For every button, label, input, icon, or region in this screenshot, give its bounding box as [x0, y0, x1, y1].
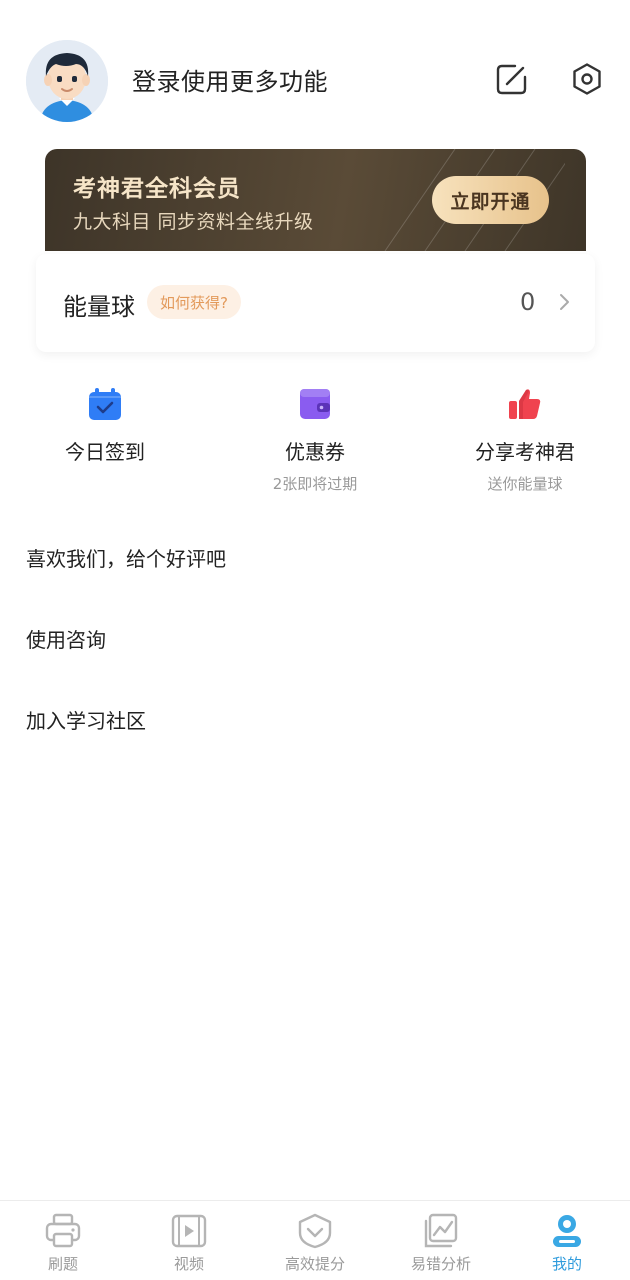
- heart-shield-icon: [298, 1213, 332, 1249]
- tab-video[interactable]: 视频: [126, 1213, 252, 1274]
- vip-title: 考神君全科会员: [73, 176, 241, 202]
- coupon-sub: 2张即将过期: [272, 475, 358, 493]
- settings-icon[interactable]: [570, 62, 604, 96]
- tab-error-analysis[interactable]: 易错分析: [378, 1213, 504, 1274]
- tab-mine[interactable]: 我的: [504, 1213, 630, 1274]
- share-label: 分享考神君: [475, 440, 575, 464]
- avatar-illustration: [26, 40, 108, 122]
- tab-improve-label: 高效提分: [284, 1255, 345, 1273]
- tab-error-analysis-label: 易错分析: [410, 1255, 471, 1273]
- wallet-icon: [300, 389, 330, 419]
- chart-icon: [424, 1213, 458, 1248]
- tab-mine-label: 我的: [551, 1255, 582, 1273]
- printer-icon: [45, 1213, 81, 1248]
- tab-practice[interactable]: 刷题: [0, 1213, 126, 1274]
- menu-item-rate-us[interactable]: 喜欢我们，给个好评吧: [26, 543, 226, 572]
- tab-video-label: 视频: [173, 1255, 204, 1273]
- energy-card[interactable]: 能量球 如何获得? 0: [36, 254, 595, 352]
- calendar-check-icon: [89, 388, 121, 420]
- chevron-right-icon: [560, 294, 569, 310]
- coupon-action[interactable]: 优惠券 2张即将过期: [225, 380, 405, 494]
- coupon-label: 优惠券: [285, 440, 345, 464]
- share-sub: 送你能量球: [487, 475, 563, 493]
- tab-improve[interactable]: 高效提分: [252, 1213, 378, 1274]
- tab-practice-label: 刷题: [47, 1255, 78, 1273]
- login-prompt[interactable]: 登录使用更多功能: [132, 62, 328, 97]
- share-action[interactable]: 分享考神君 送你能量球: [435, 380, 615, 494]
- profile-icon: [553, 1215, 581, 1247]
- edit-icon[interactable]: [495, 62, 529, 96]
- energy-count: 0: [520, 288, 536, 316]
- checkin-action[interactable]: 今日签到: [15, 380, 195, 473]
- menu-item-consult[interactable]: 使用咨询: [26, 624, 106, 653]
- energy-label: 能量球: [63, 293, 135, 321]
- checkin-label: 今日签到: [65, 440, 145, 464]
- vip-subtitle: 九大科目 同步资料全线升级: [73, 211, 314, 233]
- bottom-tab-bar: 刷题 视频 高效提分 易错分析 我的: [0, 1200, 630, 1280]
- vip-banner[interactable]: 考神君全科会员 九大科目 同步资料全线升级 立即开通: [45, 149, 586, 251]
- activate-vip-button[interactable]: 立即开通: [432, 176, 549, 224]
- quick-actions: 今日签到 优惠券 2张即将过期 分享考神君 送你能量球: [0, 380, 630, 500]
- video-icon: [171, 1214, 207, 1248]
- menu-item-community[interactable]: 加入学习社区: [26, 705, 146, 734]
- profile-header: 登录使用更多功能: [0, 0, 630, 140]
- thumbs-up-icon: [509, 389, 541, 419]
- avatar[interactable]: [26, 40, 108, 122]
- energy-how-tag[interactable]: 如何获得?: [147, 285, 241, 319]
